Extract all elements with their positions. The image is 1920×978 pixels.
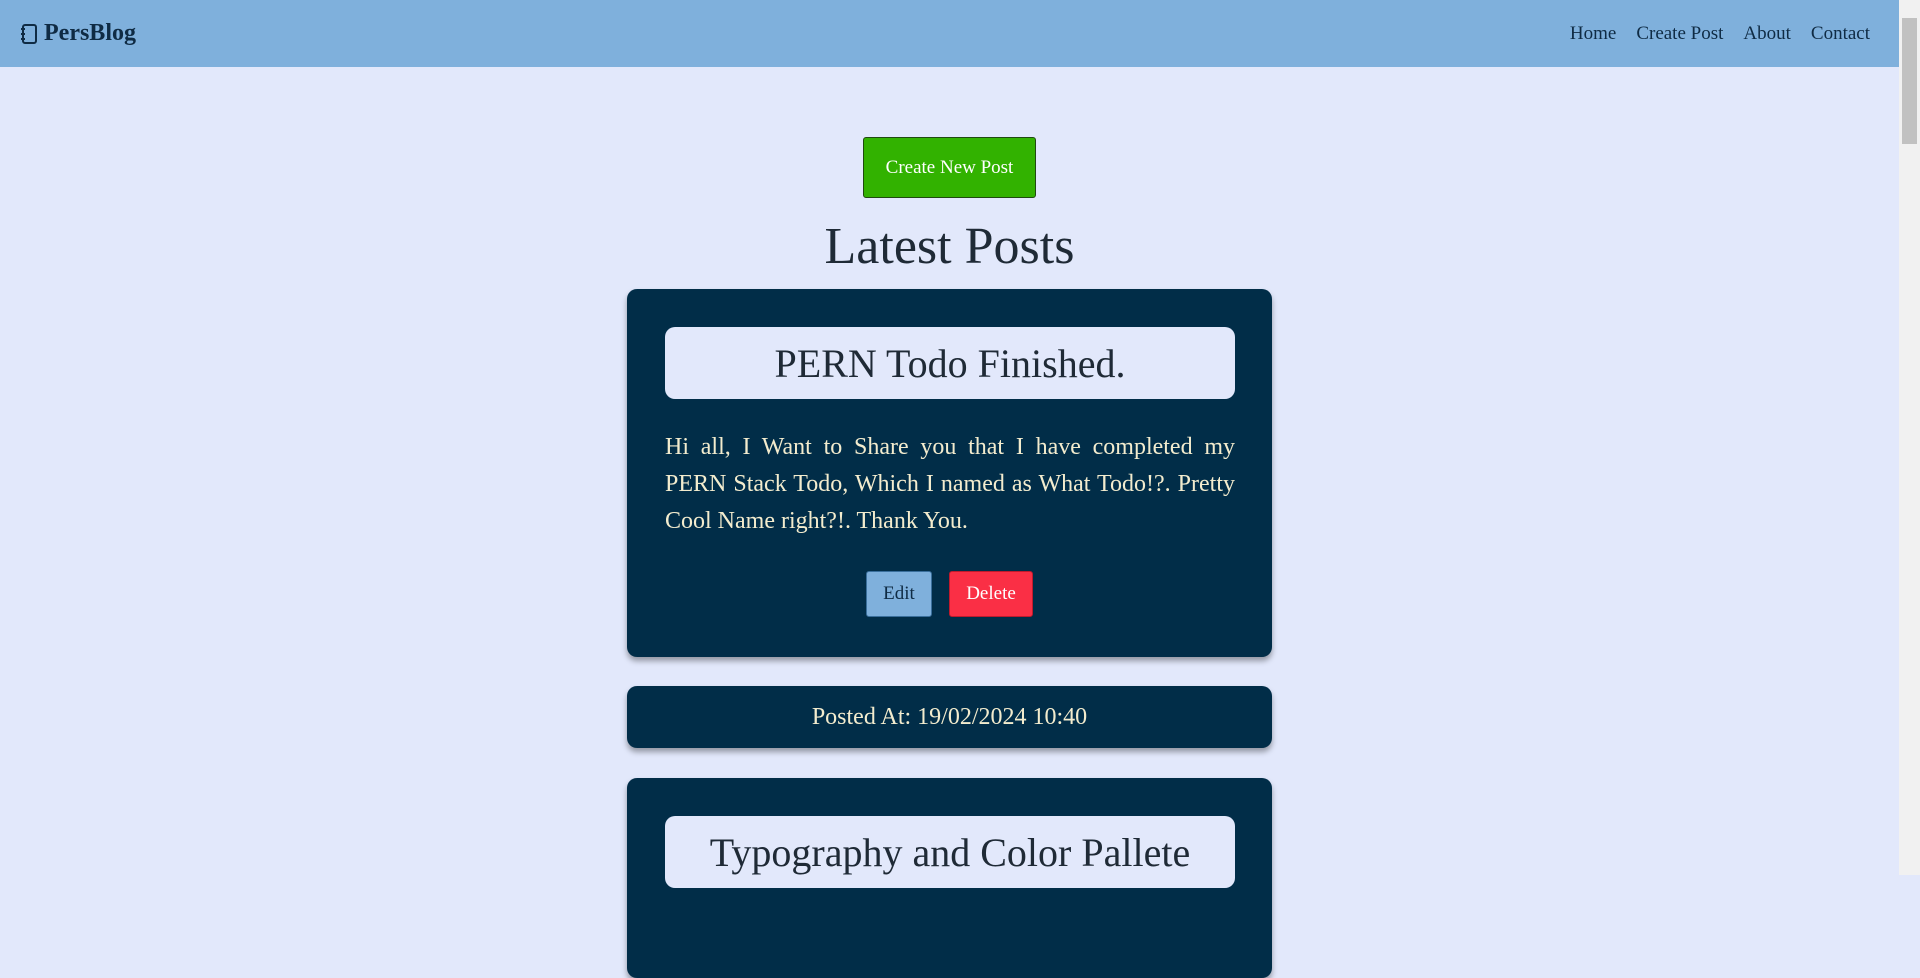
- nav-link-contact[interactable]: Contact: [1811, 23, 1870, 45]
- brand-name: PersBlog: [44, 20, 136, 46]
- post-actions: Edit Delete: [627, 571, 1272, 617]
- notebook-icon: [21, 23, 37, 44]
- nav-links: Home Create Post About Contact: [1570, 23, 1870, 45]
- vertical-scrollbar[interactable]: [1899, 0, 1920, 875]
- scrollbar-thumb[interactable]: [1902, 18, 1917, 144]
- navbar: PersBlog Home Create Post About Contact: [0, 0, 1899, 67]
- post-timestamp: Posted At: 19/02/2024 10:40: [627, 686, 1272, 748]
- brand-link[interactable]: PersBlog: [20, 20, 136, 47]
- post-card: PERN Todo Finished. Hi all, I Want to Sh…: [627, 289, 1272, 657]
- post-title: Typography and Color Pallete: [665, 816, 1235, 888]
- page-title: Latest Posts: [824, 218, 1075, 275]
- post-title: PERN Todo Finished.: [665, 327, 1235, 399]
- nav-link-home[interactable]: Home: [1570, 23, 1616, 45]
- post-card: Typography and Color Pallete: [627, 778, 1272, 978]
- nav-link-create-post[interactable]: Create Post: [1636, 23, 1723, 45]
- delete-post-button[interactable]: Delete: [949, 571, 1033, 617]
- edit-post-button[interactable]: Edit: [866, 571, 932, 617]
- create-new-post-button[interactable]: Create New Post: [863, 137, 1036, 198]
- nav-link-about[interactable]: About: [1743, 23, 1791, 45]
- post-body: Hi all, I Want to Share you that I have …: [665, 434, 1235, 534]
